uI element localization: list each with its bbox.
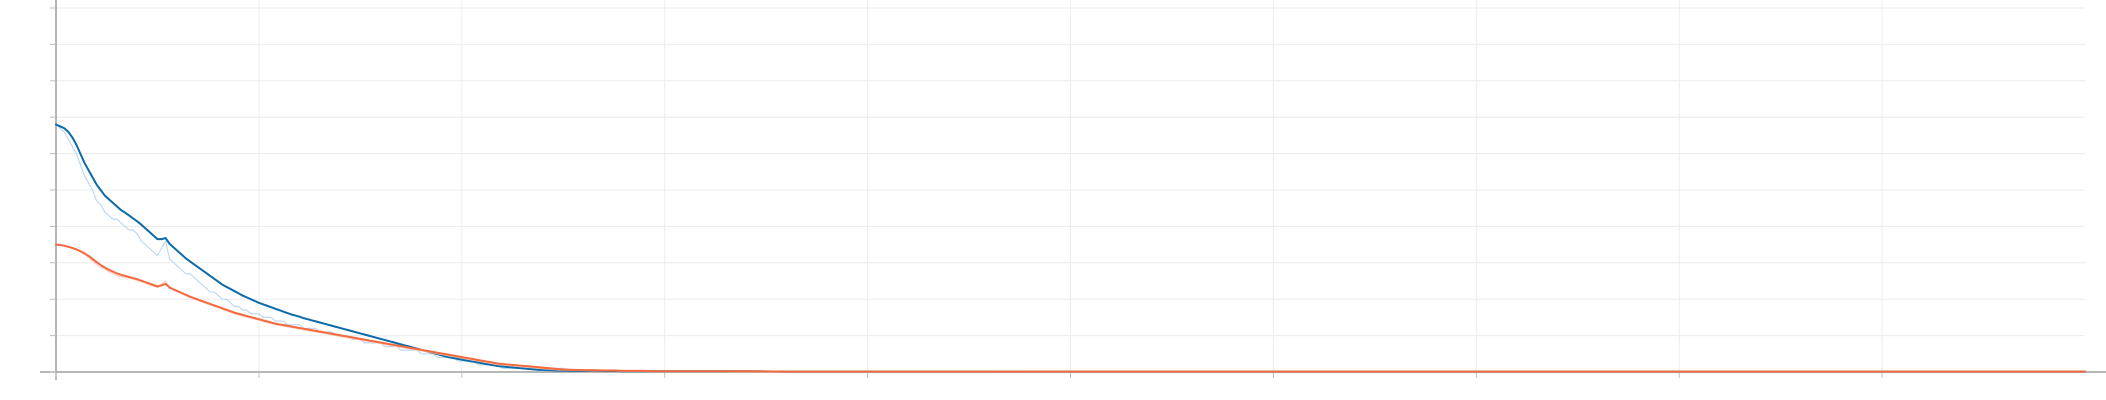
- grid: [55, 0, 2085, 373]
- chart-svg: [40, 0, 2106, 380]
- line-chart: [0, 0, 2106, 400]
